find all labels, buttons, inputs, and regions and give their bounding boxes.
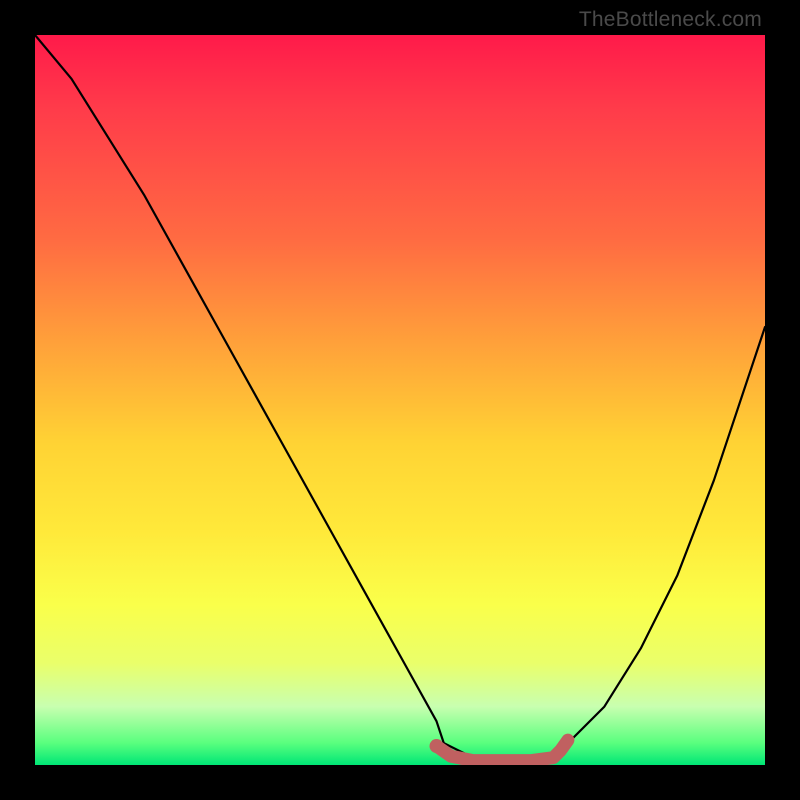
chart-frame: TheBottleneck.com bbox=[0, 0, 800, 800]
chart-overlay bbox=[35, 35, 765, 765]
bottleneck-curve bbox=[35, 35, 765, 758]
plot-area bbox=[35, 35, 765, 765]
optimal-start-dot bbox=[430, 739, 444, 753]
attribution-label: TheBottleneck.com bbox=[579, 8, 762, 32]
